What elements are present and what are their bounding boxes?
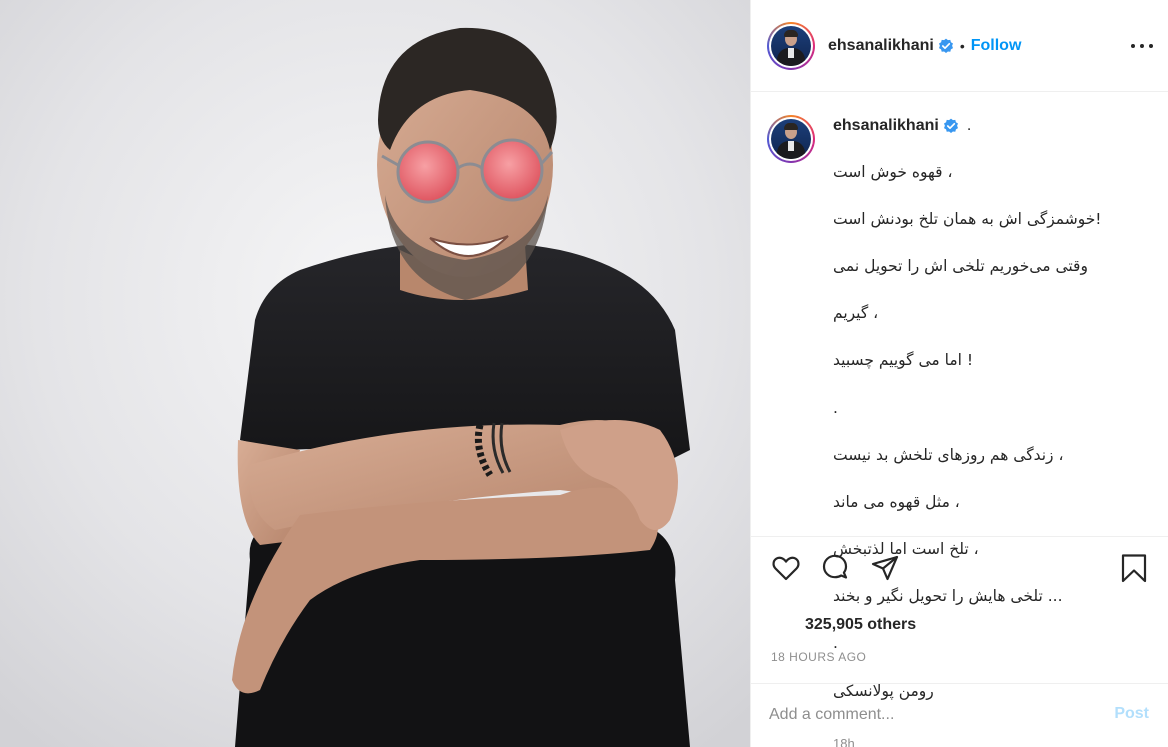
bookmark-icon[interactable] — [1119, 553, 1149, 583]
action-bar — [751, 536, 1168, 600]
caption-line: ، گیریم — [833, 304, 879, 323]
portrait-illustration — [0, 0, 750, 747]
caption-section: ehsanalikhani . ، قهوه خوش است !خوشمزگی … — [751, 93, 1168, 747]
comment-bar: Post — [751, 683, 1168, 747]
follow-button[interactable]: Follow — [971, 37, 1022, 55]
comment-input[interactable] — [769, 702, 1089, 728]
more-options-icon[interactable] — [1131, 36, 1153, 56]
caption-line: . — [833, 634, 838, 653]
heart-icon[interactable] — [771, 553, 801, 583]
caption-trailing: . — [966, 117, 972, 134]
post-timestamp[interactable]: 18 HOURS AGO — [771, 650, 866, 664]
caption-line: وقتی می‌خوریم تلخی اش را تحویل نمی — [833, 256, 1088, 275]
share-icon[interactable] — [870, 553, 900, 583]
caption-line: ! اما می گوییم چسبید — [833, 351, 974, 370]
username-link[interactable]: ehsanalikhani — [828, 37, 934, 55]
separator-dot: • — [959, 37, 965, 54]
caption-avatar[interactable] — [767, 115, 815, 163]
caption-text: ، قهوه خوش است !خوشمزگی اش به همان تلخ ب… — [833, 137, 1153, 727]
comment-icon[interactable] — [820, 553, 850, 583]
avatar[interactable] — [767, 21, 815, 70]
likes-count[interactable]: 325,905 others — [805, 616, 916, 634]
caption-line: !خوشمزگی اش به همان تلخ بودنش است — [833, 209, 1102, 228]
post-photo[interactable] — [0, 0, 750, 747]
verified-badge-icon — [943, 118, 958, 133]
verified-badge-icon — [938, 38, 953, 53]
post-header: ehsanalikhani • Follow — [751, 0, 1168, 92]
caption-line: ، قهوه خوش است — [833, 162, 953, 181]
post-side-panel: ehsanalikhani • Follow ehsanalikhani . ،… — [750, 0, 1168, 747]
caption-username[interactable]: ehsanalikhani — [833, 117, 939, 135]
post-comment-button[interactable]: Post — [1114, 705, 1149, 723]
caption-line: . — [833, 398, 838, 417]
caption-line: ، مثل قهوه می ماند — [833, 492, 960, 511]
caption-line: ، زندگی هم روزهای تلخش بد نیست — [833, 445, 1064, 464]
